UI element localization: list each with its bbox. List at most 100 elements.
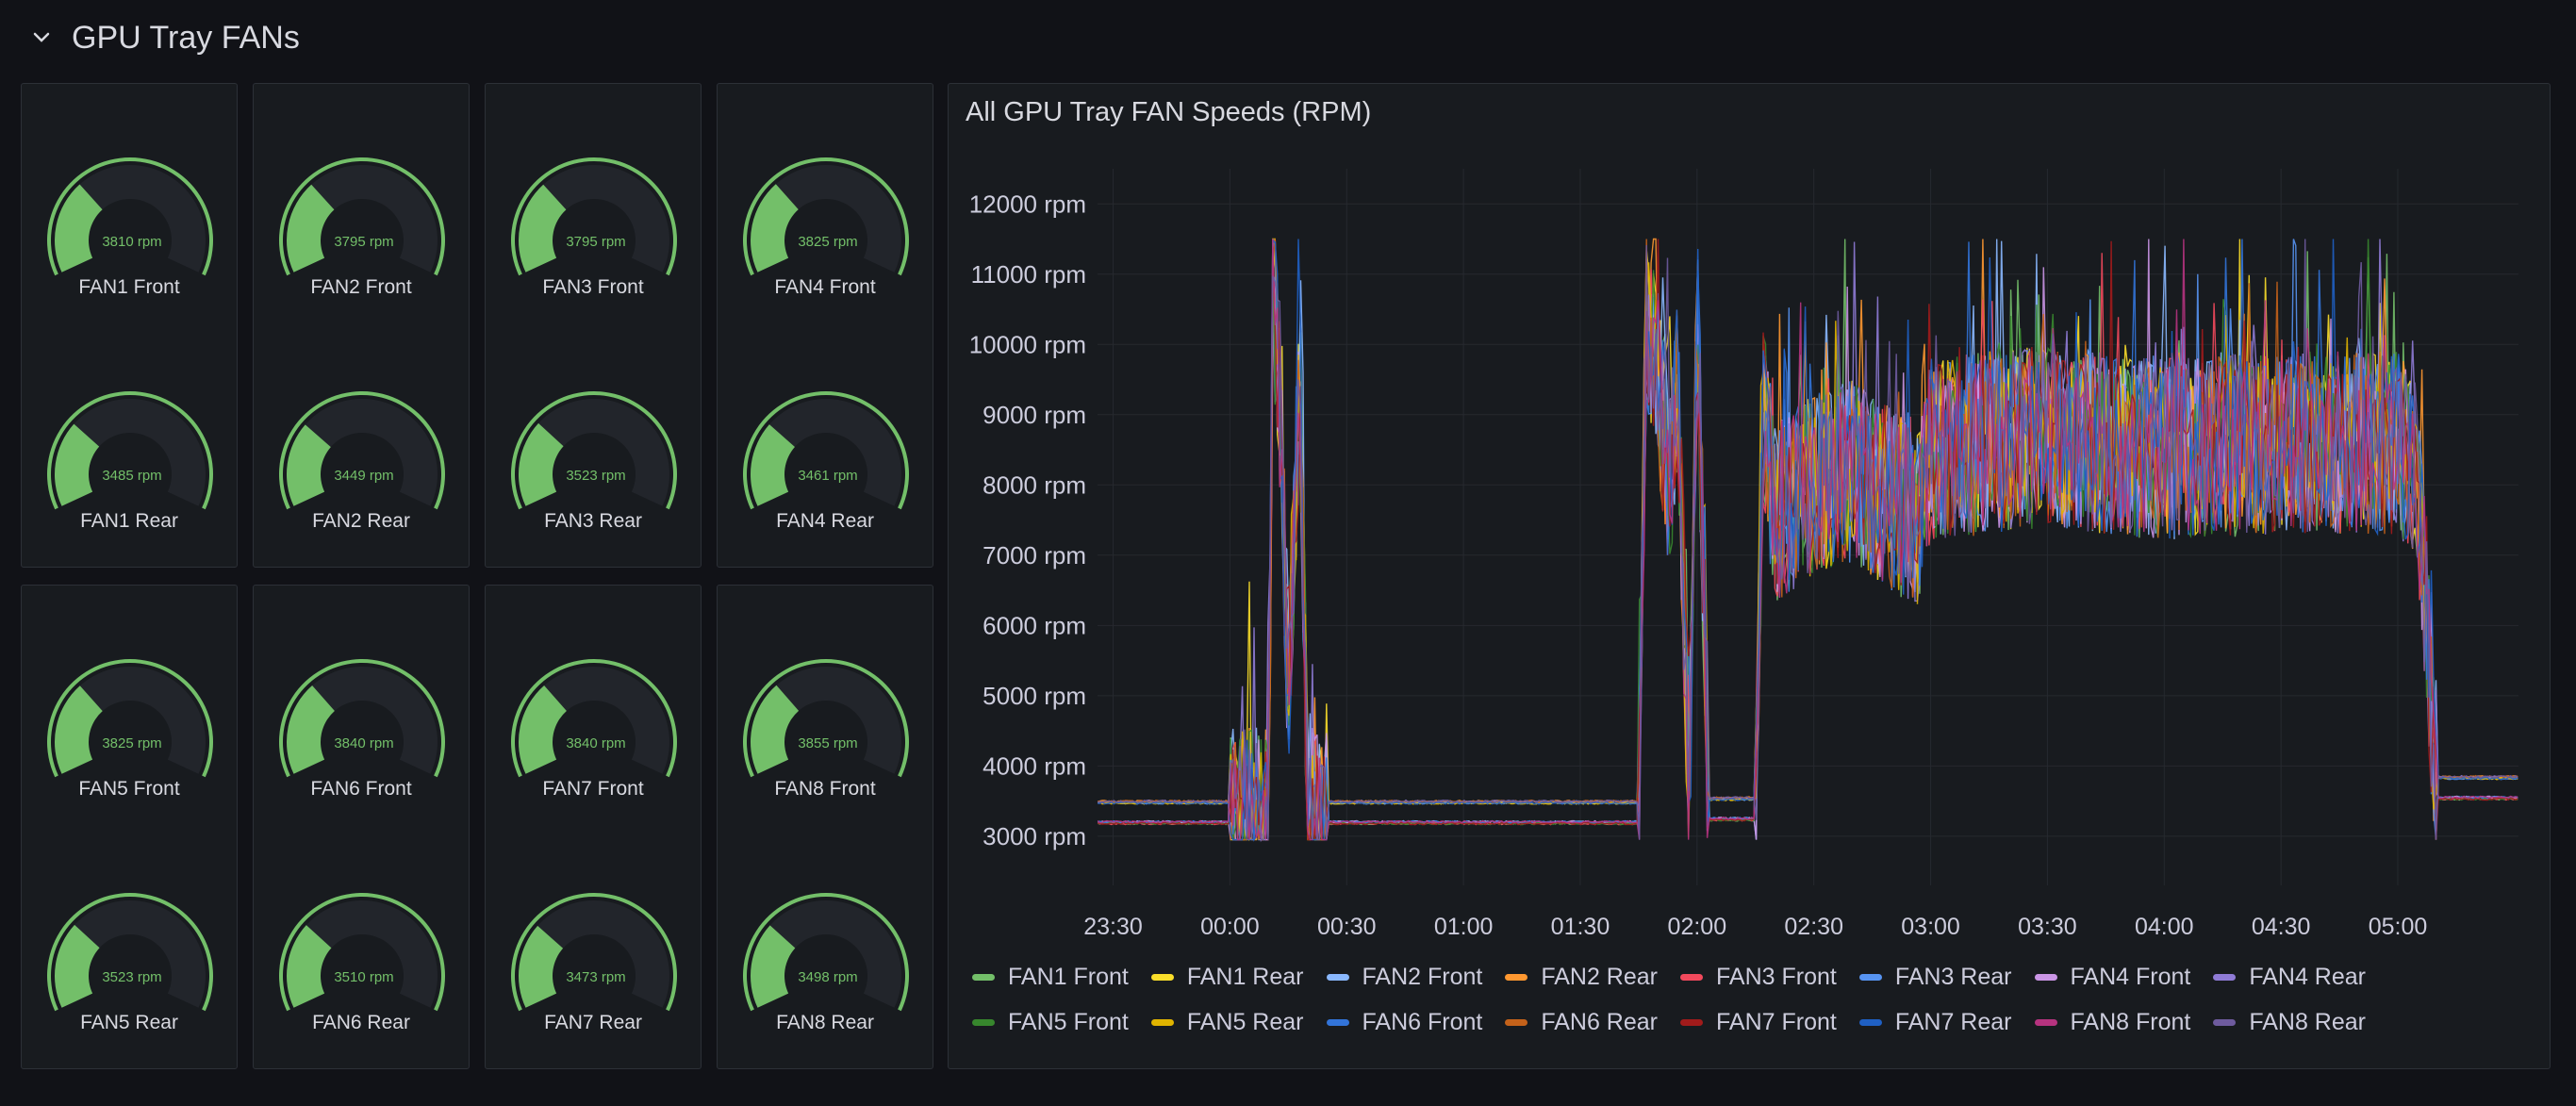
legend-label: FAN2 Front xyxy=(1362,963,1483,990)
legend-swatch xyxy=(1326,1018,1349,1026)
gauge-dial: 3795 rpm xyxy=(279,157,445,276)
gauge-value-text: 3840 rpm xyxy=(334,735,393,751)
legend-swatch xyxy=(972,1018,995,1026)
fan-gauge: 3485 rpm FAN1 Rear xyxy=(22,371,237,604)
gauge-panel[interactable]: 3855 rpm FAN8 Front 3498 rpm FAN8 Rear xyxy=(717,585,933,1069)
legend-swatch xyxy=(1680,1018,1703,1026)
legend-item[interactable]: FAN5 Rear xyxy=(1150,1006,1304,1038)
legend-label: FAN2 Rear xyxy=(1541,963,1658,990)
gauge-dial: 3855 rpm xyxy=(743,659,909,778)
legend-swatch xyxy=(2213,1018,2237,1026)
fan-gauge: 3825 rpm FAN4 Front xyxy=(718,137,933,371)
gauge-dial: 3825 rpm xyxy=(743,157,909,276)
fan-gauge: 3840 rpm FAN6 Front xyxy=(254,638,469,872)
row-header[interactable]: GPU Tray FANs xyxy=(28,13,300,62)
legend-item[interactable]: FAN2 Rear xyxy=(1505,961,1658,993)
fan-speed-chart-panel[interactable]: 3000 rpm 4000 rpm 5000 rpm 6000 rpm 7000 rpm… xyxy=(948,83,2551,1069)
gauge-dial: 3473 rpm xyxy=(511,893,677,1012)
legend-item[interactable]: FAN4 Rear xyxy=(2213,961,2366,993)
gauge-dial: 3461 rpm xyxy=(743,391,909,510)
y-tick-label: 9000 rpm xyxy=(983,401,1086,429)
gauge-label: FAN2 Front xyxy=(310,276,412,298)
fan-gauge: 3473 rpm FAN7 Rear xyxy=(486,872,701,1106)
gauge-dial: 3498 rpm xyxy=(743,893,909,1012)
x-tick-label: 00:00 xyxy=(1200,914,1260,940)
gauge-panel[interactable]: 3795 rpm FAN3 Front 3523 rpm FAN3 Rear xyxy=(485,83,702,568)
legend-swatch xyxy=(1326,973,1349,981)
gauge-panel[interactable]: 3825 rpm FAN4 Front 3461 rpm FAN4 Rear xyxy=(717,83,933,568)
gauge-value-text: 3810 rpm xyxy=(102,234,161,250)
fan-gauge: 3510 rpm FAN6 Rear xyxy=(254,872,469,1106)
legend-item[interactable]: FAN1 Front xyxy=(972,961,1129,993)
x-tick-label: 02:00 xyxy=(1668,914,1727,940)
gauge-dial: 3840 rpm xyxy=(511,659,677,778)
gauge-dial: 3449 rpm xyxy=(279,391,445,510)
x-tick-label: 23:30 xyxy=(1083,914,1143,940)
gauge-value-text: 3523 rpm xyxy=(566,468,625,484)
row-title: GPU Tray FANs xyxy=(72,19,300,56)
gauge-label: FAN6 Front xyxy=(310,778,412,800)
y-tick-label: 3000 rpm xyxy=(983,822,1086,850)
chevron-down-icon[interactable] xyxy=(28,25,55,51)
legend-swatch xyxy=(2034,973,2057,981)
legend-item[interactable]: FAN8 Rear xyxy=(2213,1006,2366,1038)
legend-item[interactable]: FAN4 Front xyxy=(2034,961,2191,993)
gauge-value-text: 3523 rpm xyxy=(102,969,161,985)
legend-item[interactable]: FAN8 Front xyxy=(2034,1006,2190,1038)
legend-label: FAN4 Front xyxy=(2070,963,2191,990)
y-tick-label: 6000 rpm xyxy=(983,611,1086,639)
fan-gauge: 3855 rpm FAN8 Front xyxy=(718,638,933,872)
x-tick-label: 04:30 xyxy=(2252,914,2311,940)
legend-label: FAN3 Rear xyxy=(1894,963,2012,990)
y-tick-label: 8000 rpm xyxy=(983,470,1086,499)
y-tick-label: 4000 rpm xyxy=(983,751,1086,780)
gauge-value-text: 3855 rpm xyxy=(798,735,857,751)
legend-swatch xyxy=(1150,1018,1174,1026)
gauge-panel[interactable]: 3795 rpm FAN2 Front 3449 rpm FAN2 Rear xyxy=(253,83,470,568)
legend-label: FAN7 Front xyxy=(1716,1008,1837,1035)
gauge-panel[interactable]: 3840 rpm FAN7 Front 3473 rpm FAN7 Rear xyxy=(485,585,702,1069)
gauge-label: FAN1 Rear xyxy=(80,510,178,532)
legend-item[interactable]: FAN3 Front xyxy=(1680,961,1837,993)
fan-gauge: 3461 rpm FAN4 Rear xyxy=(718,371,933,604)
legend-item[interactable]: FAN6 Rear xyxy=(1505,1006,1658,1038)
legend-label: FAN7 Rear xyxy=(1894,1008,2012,1035)
gauge-panel[interactable]: 3810 rpm FAN1 Front 3485 rpm FAN1 Rear xyxy=(21,83,238,568)
x-tick-label: 05:00 xyxy=(2369,914,2428,940)
gauge-dial: 3523 rpm xyxy=(47,893,214,1012)
gauge-panel[interactable]: 3825 rpm FAN5 Front 3523 rpm FAN5 Rear xyxy=(21,585,238,1069)
fan-gauge: 3523 rpm FAN5 Rear xyxy=(22,872,237,1106)
gauge-label: FAN7 Front xyxy=(542,778,644,800)
gauge-label: FAN8 Front xyxy=(774,778,876,800)
gauge-dial: 3840 rpm xyxy=(279,659,445,778)
legend-label: FAN1 Rear xyxy=(1186,963,1304,990)
legend-label: FAN4 Rear xyxy=(2249,963,2366,990)
legend-item[interactable]: FAN7 Front xyxy=(1680,1006,1837,1038)
legend-item[interactable]: FAN7 Rear xyxy=(1858,1006,2012,1038)
y-tick-label: 7000 rpm xyxy=(983,541,1086,570)
x-tick-label: 03:30 xyxy=(2018,914,2077,940)
gauge-value-text: 3840 rpm xyxy=(566,735,625,751)
legend-label: FAN8 Rear xyxy=(2249,1008,2366,1035)
legend-label: FAN3 Front xyxy=(1716,963,1837,990)
gauge-value-text: 3449 rpm xyxy=(334,468,393,484)
gauge-value-text: 3510 rpm xyxy=(334,969,393,985)
legend-item[interactable]: FAN1 Rear xyxy=(1150,961,1304,993)
x-tick-label: 00:30 xyxy=(1317,914,1377,940)
legend-item[interactable]: FAN2 Front xyxy=(1326,961,1483,993)
gauge-value-text: 3461 rpm xyxy=(798,468,857,484)
legend-item[interactable]: FAN5 Front xyxy=(972,1006,1129,1038)
legend-swatch xyxy=(2034,1018,2057,1026)
legend-swatch xyxy=(2213,973,2237,981)
gauge-value-text: 3825 rpm xyxy=(798,234,857,250)
gauge-panel[interactable]: 3840 rpm FAN6 Front 3510 rpm FAN6 Rear xyxy=(253,585,470,1069)
legend-swatch xyxy=(972,973,995,981)
gauge-dial: 3810 rpm xyxy=(47,157,214,276)
fan-speed-chart[interactable]: 3000 rpm 4000 rpm 5000 rpm 6000 rpm 7000 rpm… xyxy=(949,84,2551,951)
y-tick-label: 11000 rpm xyxy=(971,260,1086,289)
gauge-dial: 3523 rpm xyxy=(511,391,677,510)
legend-item[interactable]: FAN3 Rear xyxy=(1858,961,2012,993)
legend-item[interactable]: FAN6 Front xyxy=(1326,1006,1482,1038)
gauge-value-text: 3825 rpm xyxy=(102,735,161,751)
gauge-dial: 3825 rpm xyxy=(47,659,214,778)
